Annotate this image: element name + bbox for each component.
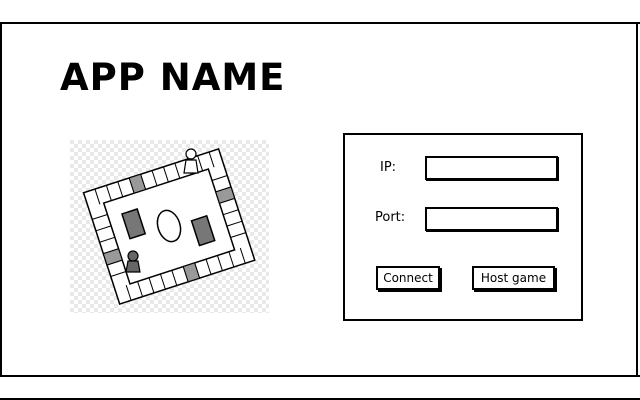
ip-label: IP: bbox=[380, 160, 397, 175]
title-bar bbox=[0, 0, 640, 24]
connection-panel: IP: Port: Connect Host game bbox=[343, 133, 583, 321]
ip-input[interactable] bbox=[425, 156, 558, 180]
status-bar bbox=[0, 375, 640, 400]
board-game-image bbox=[70, 140, 269, 313]
host-game-button[interactable]: Host game bbox=[472, 266, 555, 290]
port-input[interactable] bbox=[425, 207, 558, 231]
port-label: Port: bbox=[375, 210, 406, 225]
app-title: APP NAME bbox=[60, 56, 286, 99]
connect-button[interactable]: Connect bbox=[376, 266, 440, 290]
app-window: APP NAME IP: Port: Connect Host game bbox=[0, 0, 640, 400]
